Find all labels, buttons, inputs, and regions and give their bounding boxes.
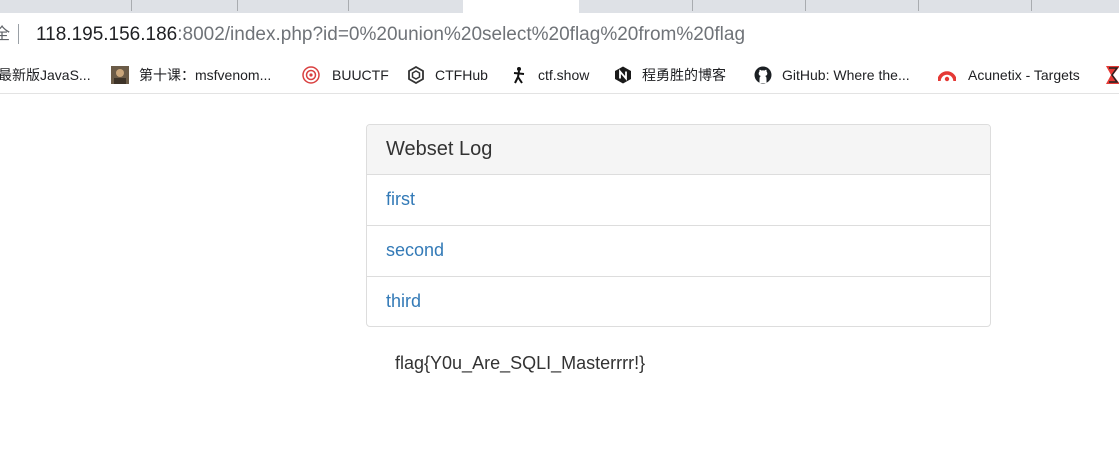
n-logo-icon bbox=[615, 66, 631, 84]
tab-separator bbox=[1031, 0, 1032, 11]
bookmark-label: CTFHub bbox=[435, 67, 488, 83]
partial-bookmark-icon[interactable] bbox=[1106, 66, 1119, 84]
address-separator bbox=[18, 24, 19, 44]
bookmark-label: 程勇胜的博客 bbox=[642, 67, 726, 83]
avatar-icon bbox=[111, 66, 129, 84]
address-bar[interactable]: 全 118.195.156.186:8002/index.php?id=0%20… bbox=[0, 13, 1119, 56]
tab-separator bbox=[805, 0, 806, 11]
ctfshow-icon bbox=[513, 67, 525, 84]
list-item-third[interactable]: third bbox=[367, 277, 990, 326]
webset-log-panel: Webset Log first second third bbox=[366, 124, 991, 327]
active-tab[interactable] bbox=[463, 0, 579, 13]
bookmark-label: 最新版JavaS... bbox=[0, 67, 91, 83]
bookmark-label: BUUCTF bbox=[332, 67, 389, 83]
bookmarks-bar: 最新版JavaS... 第十课：msfvenom... BUUCTF CTFHu… bbox=[0, 56, 1119, 94]
acunetix-icon bbox=[938, 71, 956, 82]
panel-heading: Webset Log bbox=[367, 125, 990, 175]
security-indicator-icon[interactable]: 全 bbox=[0, 24, 10, 44]
tab-separator bbox=[237, 0, 238, 11]
ctfhub-icon bbox=[408, 66, 424, 84]
flag-output-text: flag{Y0u_Are_SQLI_Masterrrr!} bbox=[395, 353, 646, 373]
list-item-second[interactable]: second bbox=[367, 226, 990, 277]
tab-strip bbox=[0, 0, 1119, 13]
url-field[interactable]: 118.195.156.186:8002/index.php?id=0%20un… bbox=[36, 23, 745, 47]
tab-separator bbox=[918, 0, 919, 11]
list-item-first[interactable]: first bbox=[367, 175, 990, 226]
bookmark-label: 第十课：msfvenom... bbox=[139, 67, 272, 83]
github-icon bbox=[754, 66, 772, 84]
bookmark-label: Acunetix - Targets bbox=[968, 67, 1080, 83]
buuctf-icon bbox=[302, 66, 320, 84]
tab-separator bbox=[348, 0, 349, 11]
url-host: 118.195.156.186 bbox=[36, 24, 178, 45]
tab-separator bbox=[692, 0, 693, 11]
bookmark-label: ctf.show bbox=[538, 67, 590, 83]
url-path: :8002/index.php?id=0%20union%20select%20… bbox=[177, 24, 746, 45]
bookmark-label: GitHub: Where the... bbox=[782, 67, 910, 83]
tab-separator bbox=[131, 0, 132, 11]
